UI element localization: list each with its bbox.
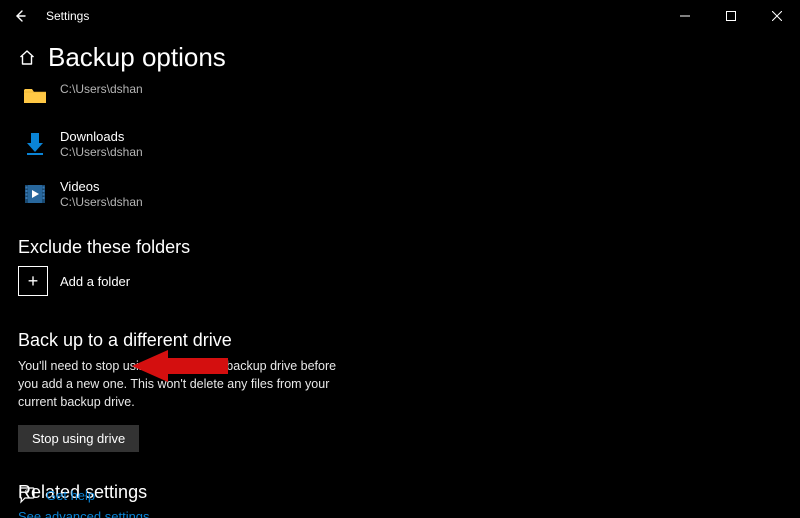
folder-path: C:\Users\dshan <box>60 145 143 159</box>
stop-using-drive-button[interactable]: Stop using drive <box>18 425 139 452</box>
folder-path: C:\Users\dshan <box>60 195 143 209</box>
get-help-label: Get help <box>46 488 95 503</box>
get-help-link[interactable]: ? Get help <box>18 486 95 504</box>
maximize-icon <box>726 11 736 21</box>
folder-text: C:\Users\dshan <box>60 81 143 96</box>
plus-icon: + <box>18 266 48 296</box>
close-icon <box>772 11 782 21</box>
app-title: Settings <box>46 9 89 23</box>
close-button[interactable] <box>754 0 800 32</box>
diff-drive-heading: Back up to a different drive <box>18 330 780 351</box>
page-title: Backup options <box>48 42 226 73</box>
see-advanced-settings-link[interactable]: See advanced settings <box>18 509 150 518</box>
exclude-heading: Exclude these folders <box>18 237 780 258</box>
videos-icon <box>22 181 48 207</box>
folder-name: Downloads <box>60 129 143 144</box>
download-icon <box>22 131 48 157</box>
folder-text: Downloads C:\Users\dshan <box>60 129 143 159</box>
related-heading: Related settings <box>18 482 780 503</box>
folder-text: Videos C:\Users\dshan <box>60 179 143 209</box>
back-arrow-icon <box>13 9 27 23</box>
svg-text:?: ? <box>25 489 30 498</box>
maximize-button[interactable] <box>708 0 754 32</box>
back-button[interactable] <box>0 0 40 32</box>
chat-help-icon: ? <box>18 486 36 504</box>
content-area: C:\Users\dshan Downloads C:\Users\dshan <box>0 79 800 518</box>
home-icon[interactable] <box>18 49 36 67</box>
add-folder-button[interactable]: + Add a folder <box>18 266 130 296</box>
minimize-icon <box>680 11 690 21</box>
title-bar: Settings <box>0 0 800 32</box>
folder-item[interactable]: Downloads C:\Users\dshan <box>18 127 780 161</box>
folder-name: Videos <box>60 179 143 194</box>
folder-item[interactable]: Videos C:\Users\dshan <box>18 177 780 211</box>
minimize-button[interactable] <box>662 0 708 32</box>
window-controls <box>662 0 800 32</box>
add-folder-label: Add a folder <box>60 274 130 289</box>
folder-path: C:\Users\dshan <box>60 82 143 96</box>
diff-drive-desc: You'll need to stop using your current b… <box>18 357 358 411</box>
folder-item[interactable]: C:\Users\dshan <box>18 79 780 111</box>
folder-icon <box>22 83 48 109</box>
page-header: Backup options <box>0 42 800 73</box>
